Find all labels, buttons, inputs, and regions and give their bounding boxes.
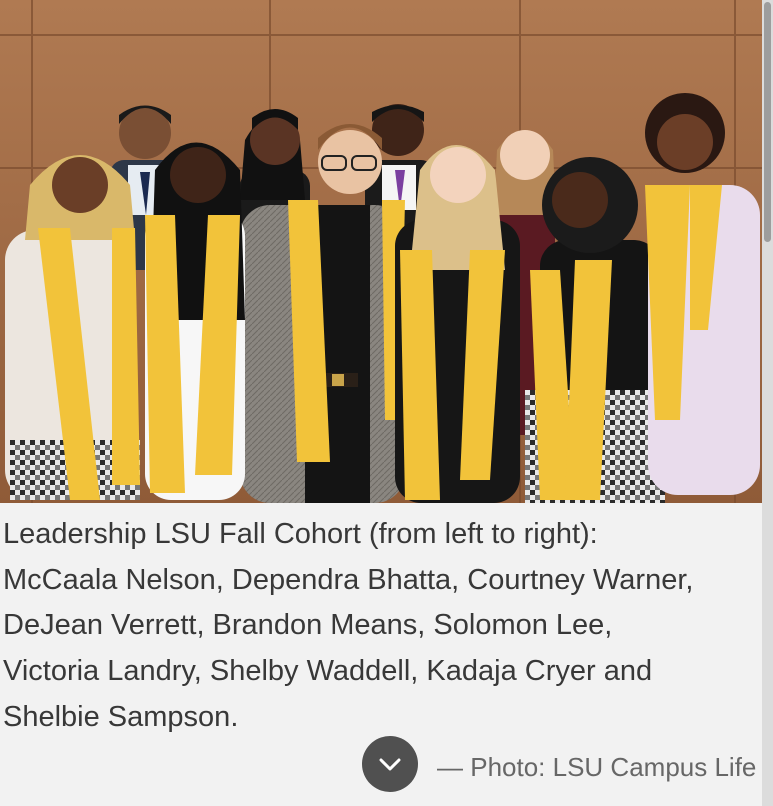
caption-card: Leadership LSU Fall Cohort (from left to… <box>0 0 762 806</box>
caption-line: McCaala Nelson, Dependra Bhatta, Courtne… <box>3 563 694 596</box>
person-front-2 <box>145 142 245 500</box>
caption-line: Victoria Landry, Shelby Waddell, Kadaja … <box>3 655 653 688</box>
scrollbar-thumb[interactable] <box>764 2 771 242</box>
caption-line: DeJean Verrett, Brandon Means, Solomon L… <box>3 609 613 642</box>
caption-line: Shelbie Sampson. <box>3 700 239 733</box>
photo-caption: Leadership LSU Fall Cohort (from left to… <box>3 512 759 741</box>
collapse-caption-button[interactable] <box>362 736 418 792</box>
group-photo-illustration <box>0 0 762 503</box>
group-photo <box>0 0 762 503</box>
chevron-down-icon <box>379 758 401 771</box>
vertical-scrollbar[interactable] <box>762 0 773 806</box>
photo-credit: — Photo: LSU Campus Life <box>437 752 757 782</box>
caption-line: Leadership LSU Fall Cohort (from left to… <box>3 518 598 550</box>
credit-row: — Photo: LSU Campus Life <box>0 736 762 798</box>
